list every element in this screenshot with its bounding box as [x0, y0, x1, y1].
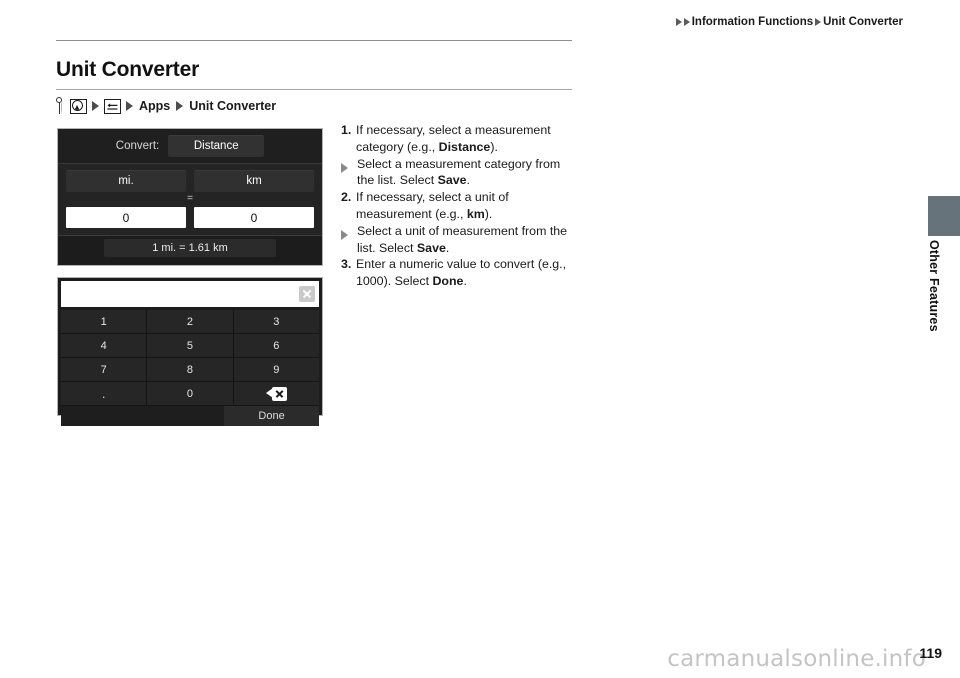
bullet-text: Select a unit of measurement from the li… — [357, 223, 576, 257]
step1-bullet-emphasis: Save — [437, 173, 467, 188]
convert-category-row: Convert: Distance — [58, 129, 322, 163]
step2-emphasis: km — [466, 206, 485, 221]
step3-text-b: . — [463, 274, 467, 289]
instruction-step-1-bullet: Select a measurement category from the l… — [341, 156, 576, 190]
unit-from-button[interactable]: mi. — [66, 170, 186, 192]
triangle-right-icon — [92, 101, 99, 111]
step-text: Enter a numeric value to convert (e.g., … — [356, 256, 576, 290]
home-button-icon — [70, 98, 87, 114]
keypad-key-1[interactable]: 1 — [61, 310, 148, 333]
step-number: 3. — [341, 257, 352, 272]
convert-label: Convert: — [115, 140, 160, 152]
step2-bullet-emphasis: Save — [416, 240, 446, 255]
step2-text-b: ). — [484, 206, 493, 221]
keypad-row: 7 8 9 — [61, 358, 319, 382]
instruction-step-2-bullet: Select a unit of measurement from the li… — [341, 223, 576, 257]
conversion-rate-row: 1 mi. = 1.61 km — [58, 236, 322, 260]
step-number: 2. — [341, 190, 352, 205]
step-text: If necessary, select a unit of measureme… — [356, 189, 576, 223]
step2-bullet-b: . — [445, 240, 450, 255]
units-row: mi. km — [66, 170, 314, 192]
keypad-key-4[interactable]: 4 — [61, 334, 148, 357]
keypad-bottom-bar: Done — [61, 406, 319, 426]
keypad-row: . 0 — [61, 382, 319, 406]
units-block: mi. km = 0 0 — [58, 163, 322, 236]
triangle-right-icon — [815, 18, 822, 26]
unit-converter-screen: Convert: Distance mi. km = 0 0 1 mi. = 1… — [57, 128, 323, 266]
instruction-step-2: 2. If necessary, select a unit of measur… — [341, 189, 576, 223]
triangle-right-icon — [126, 101, 133, 111]
keypad-key-decimal[interactable]: . — [61, 382, 148, 405]
value-to-field[interactable]: 0 — [194, 207, 314, 228]
navigation-path: Apps Unit Converter — [55, 96, 277, 116]
breadcrumb: Information Functions Unit Converter — [675, 16, 904, 28]
step1-emphasis: Distance — [438, 139, 491, 154]
title-divider — [56, 89, 572, 90]
triangle-right-icon — [341, 223, 357, 257]
step-text: If necessary, select a measurement categ… — [356, 122, 576, 156]
keypad-key-6[interactable]: 6 — [233, 334, 319, 357]
value-from-field[interactable]: 0 — [66, 207, 186, 228]
instruction-step-1: 1. If necessary, select a measurement ca… — [341, 122, 576, 156]
instruction-step-3: 3. Enter a numeric value to convert (e.g… — [341, 256, 576, 290]
values-row: 0 0 — [66, 207, 314, 228]
watermark: carmanualsonline.info — [667, 646, 926, 672]
bullet-text: Select a measurement category from the l… — [357, 156, 576, 190]
key-icon — [55, 97, 66, 115]
keypad-key-8[interactable]: 8 — [147, 358, 234, 381]
step1-bullet-b: . — [466, 173, 470, 188]
numeric-keypad-screen: 1 2 3 4 5 6 7 8 9 . 0 Done — [57, 277, 323, 426]
triangle-right-icon — [176, 101, 184, 111]
keypad-row: 1 2 3 — [61, 310, 319, 334]
back-arrow-icon — [104, 98, 121, 114]
step-number: 1. — [341, 123, 352, 137]
keypad-key-7[interactable]: 7 — [61, 358, 148, 381]
backspace-icon — [265, 386, 287, 401]
instruction-list: 1. If necessary, select a measurement ca… — [341, 122, 576, 290]
breadcrumb-item-information-functions: Information Functions — [691, 16, 814, 28]
triangle-right-icon — [683, 18, 690, 26]
close-x-icon[interactable] — [299, 286, 315, 302]
nav-segment-unit-converter: Unit Converter — [189, 99, 277, 113]
nav-segment-apps: Apps — [139, 99, 171, 113]
step2-bullet-a: Select a unit of measurement from the li… — [357, 223, 568, 255]
equals-sign: = — [187, 193, 193, 204]
step3-emphasis: Done — [432, 274, 464, 289]
keypad-input-field[interactable] — [61, 281, 319, 307]
triangle-right-icon — [341, 156, 357, 190]
keypad-key-0[interactable]: 0 — [147, 382, 234, 405]
page-number: 119 — [919, 645, 942, 661]
triangle-right-icon — [675, 18, 682, 26]
unit-to-button[interactable]: km — [194, 170, 314, 192]
keypad-key-3[interactable]: 3 — [233, 310, 319, 333]
keypad-key-backspace[interactable] — [233, 382, 319, 405]
side-tab-marker — [928, 196, 960, 236]
conversion-rate-text: 1 mi. = 1.61 km — [104, 239, 276, 257]
keypad-key-5[interactable]: 5 — [147, 334, 234, 357]
keypad-key-9[interactable]: 9 — [233, 358, 319, 381]
breadcrumb-item-unit-converter: Unit Converter — [823, 16, 903, 28]
keypad-grid: 1 2 3 4 5 6 7 8 9 . 0 — [61, 310, 319, 406]
header-divider — [56, 40, 572, 41]
step1-text-b: ). — [490, 139, 498, 154]
category-button[interactable]: Distance — [168, 135, 265, 157]
keypad-row: 4 5 6 — [61, 334, 319, 358]
keypad-key-2[interactable]: 2 — [147, 310, 234, 333]
back-arrow-glyph — [107, 102, 118, 110]
side-tab-label: Other Features — [927, 240, 941, 332]
page-title: Unit Converter — [56, 58, 200, 81]
done-button[interactable]: Done — [224, 406, 319, 426]
keypad-bottom-spacer — [61, 406, 225, 426]
